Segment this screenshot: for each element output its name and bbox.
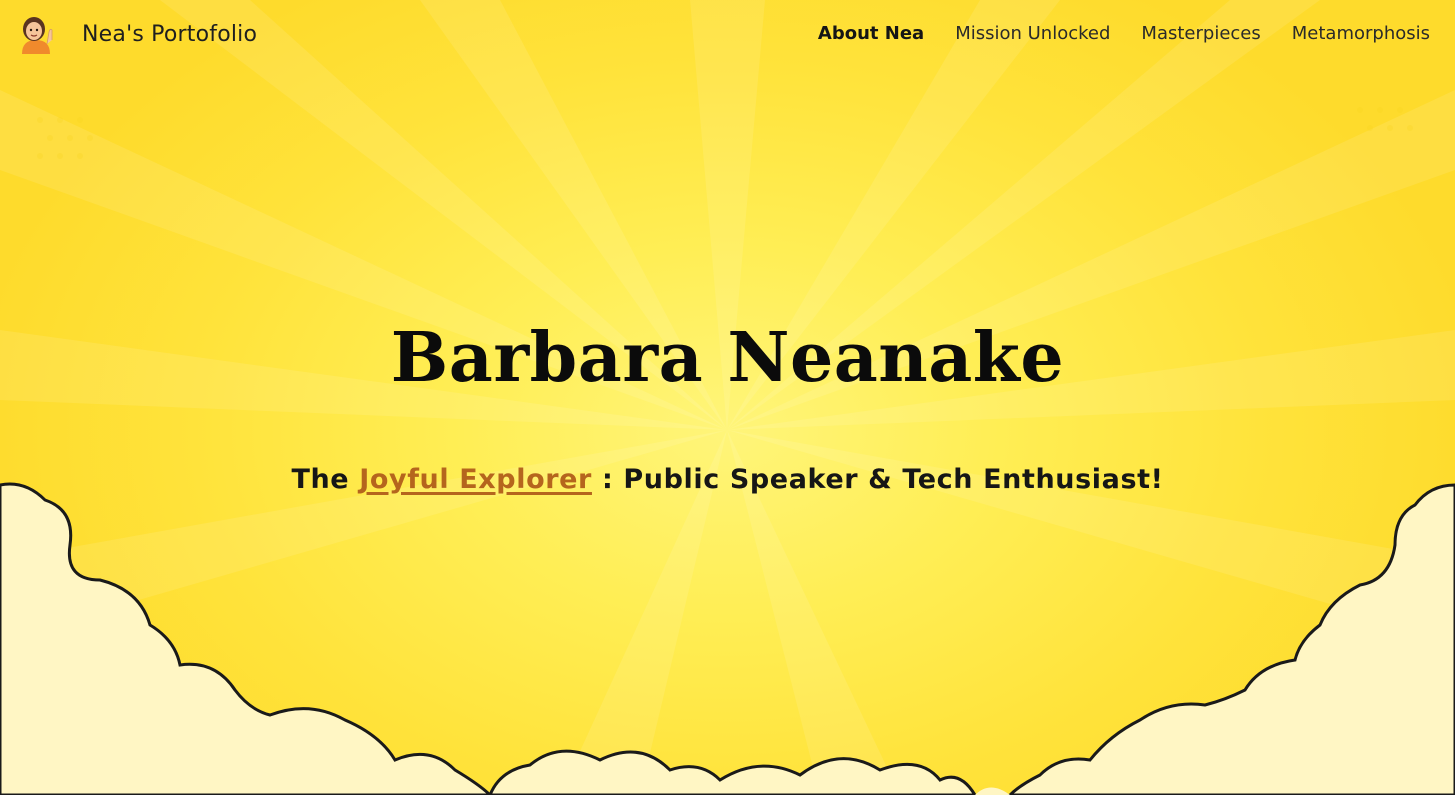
hero-tagline: The Joyful Explorer : Public Speaker & T… bbox=[0, 464, 1455, 495]
brand-name[interactable]: Nea's Portofolio bbox=[82, 22, 257, 47]
woman-tipping-hand-icon bbox=[22, 17, 53, 54]
tagline-suffix: : Public Speaker & Tech Enthusiast! bbox=[591, 464, 1164, 495]
tagline-highlight-link[interactable]: Joyful Explorer bbox=[359, 464, 592, 495]
nav-item-about-nea[interactable]: About Nea bbox=[818, 20, 924, 48]
tagline-prefix: The bbox=[291, 464, 360, 495]
nav-item-masterpieces[interactable]: Masterpieces bbox=[1141, 20, 1260, 48]
site-header: Nea's Portofolio About Nea Mission Unloc… bbox=[0, 0, 1455, 70]
brand[interactable]: Nea's Portofolio bbox=[16, 12, 257, 56]
nav-item-mission-unlocked[interactable]: Mission Unlocked bbox=[955, 20, 1110, 48]
main-nav: About Nea Mission Unlocked Masterpieces … bbox=[818, 20, 1430, 48]
hero-title: Barbara Neanake bbox=[390, 318, 1065, 398]
nav-item-metamorphosis[interactable]: Metamorphosis bbox=[1292, 20, 1430, 48]
